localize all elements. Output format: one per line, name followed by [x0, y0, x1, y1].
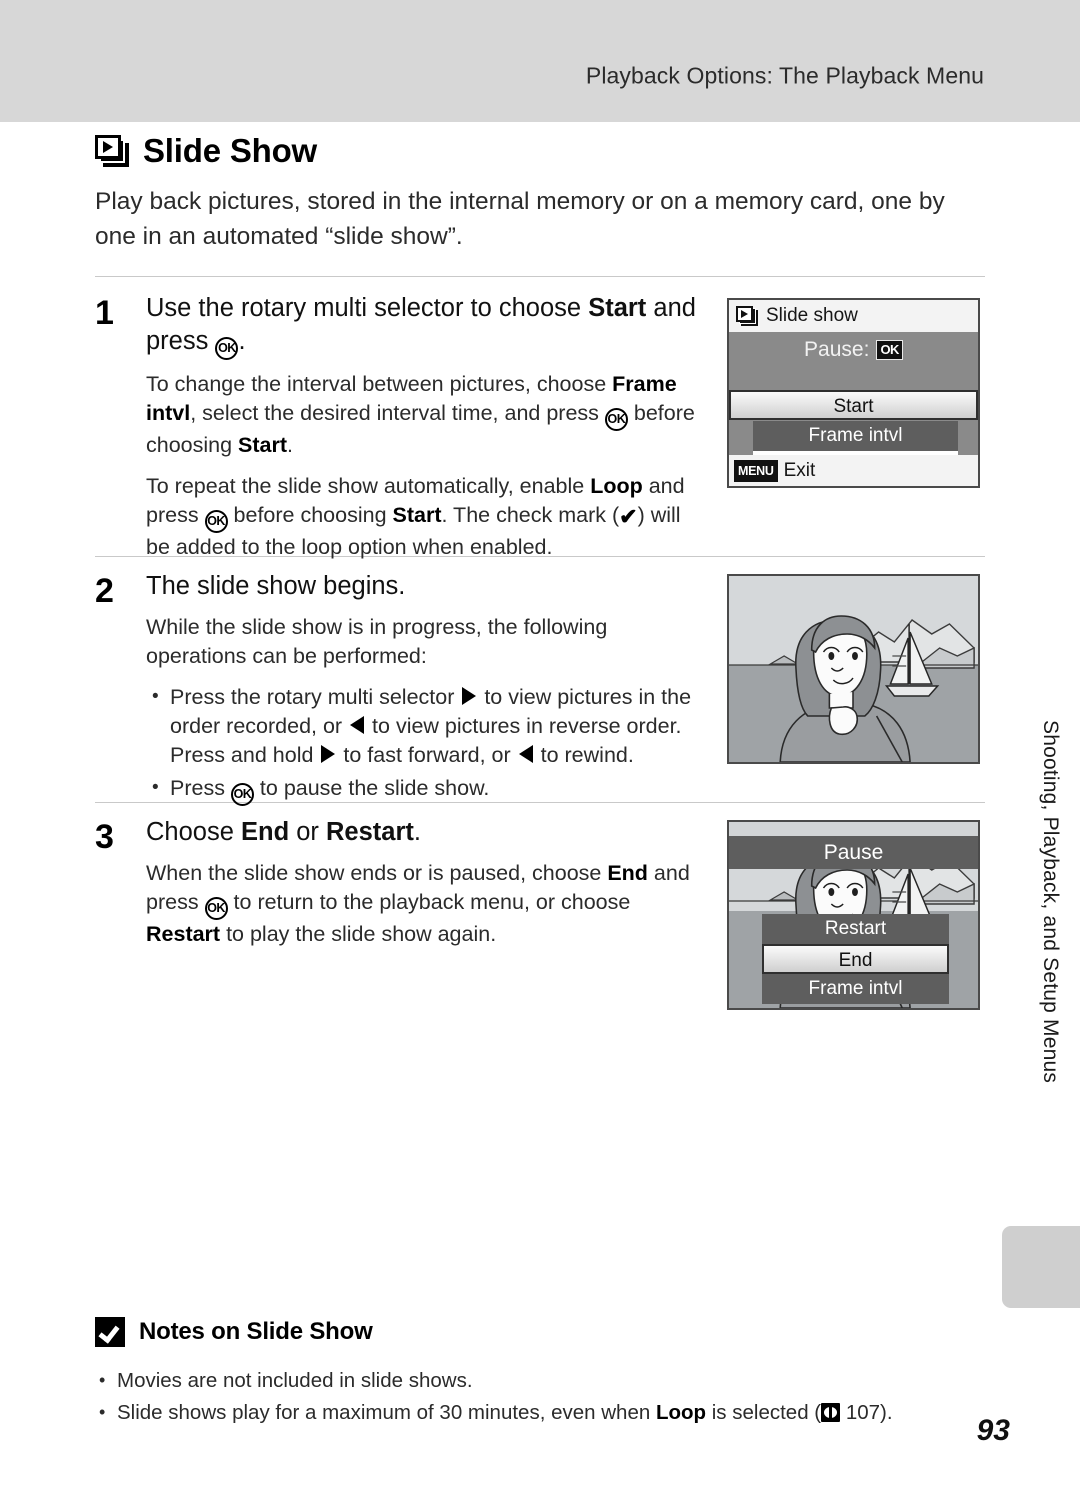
- camera-screen-slide-show-menu: Slide show Pause: OK Start Frame intvl L…: [727, 298, 980, 488]
- page-title: Slide Show: [143, 132, 318, 169]
- page-body: Slide Show Play back pictures, stored in…: [0, 122, 1080, 1486]
- pause-banner: Pause: [729, 836, 978, 869]
- ok-button-icon: OK: [604, 408, 628, 431]
- list-item: Press the rotary multi selector to view …: [146, 682, 698, 770]
- screen-top-strip: [729, 822, 978, 836]
- list-item: Press OK to pause the slide show.: [146, 773, 698, 806]
- chapter-side-tab-block: [1002, 1226, 1080, 1308]
- section-intro: Play back pictures, stored in the intern…: [95, 188, 945, 250]
- step-2-title: The slide show begins.: [146, 572, 406, 600]
- pause-hint-label: Pause:: [804, 338, 870, 361]
- section-heading: Slide Show: [95, 132, 317, 170]
- divider-rule-1: [95, 276, 985, 277]
- step-3-number: 3: [95, 818, 114, 856]
- pause-menu: Restart End Frame intvl: [762, 914, 949, 1004]
- menu-item-restart[interactable]: Restart: [762, 914, 949, 944]
- ok-button-icon: OK: [230, 783, 254, 806]
- notes-heading: Notes on Slide Show: [95, 1317, 985, 1347]
- menu-item-frame-intvl[interactable]: Frame intvl: [762, 974, 949, 1004]
- slide-show-icon: [95, 135, 129, 167]
- slide-show-icon: [736, 306, 758, 326]
- page-header-band: [0, 0, 1080, 122]
- list-item: Movies are not included in slide shows.: [95, 1364, 985, 1397]
- step-1-title: Use the rotary multi selector to choose …: [146, 292, 698, 360]
- step-2-bullet-list: Press the rotary multi selector to view …: [146, 682, 698, 806]
- ok-button-icon: OK: [204, 510, 228, 533]
- reference-book-icon: [821, 1403, 841, 1422]
- screen-title-bar: Slide show: [729, 300, 978, 332]
- step-1-body: Use the rotary multi selector to choose …: [146, 292, 698, 574]
- step-1-number: 1: [95, 294, 114, 332]
- step-3-title: Choose End or Restart.: [146, 818, 421, 846]
- ok-button-icon: OK: [204, 897, 228, 920]
- menu-item-end[interactable]: End: [762, 944, 949, 974]
- menu-item-frame-intvl[interactable]: Frame intvl: [753, 421, 958, 451]
- camera-screen-photo: [727, 574, 980, 764]
- notes-section: Notes on Slide Show Movies are not inclu…: [95, 1317, 985, 1429]
- ok-button-icon: OK: [215, 337, 239, 360]
- step-1-para-2: To repeat the slide show automatically, …: [146, 474, 685, 559]
- notes-list: Movies are not included in slide shows. …: [95, 1364, 985, 1429]
- camera-screen-pause: Pause Restart End Frame intvl: [727, 820, 980, 1010]
- step-3-body: Choose End or Restart. When the slide sh…: [146, 816, 698, 961]
- photo-artwork: [729, 615, 978, 762]
- screen-footer-bar: MENU Exit: [729, 455, 978, 486]
- step-2-body: The slide show begins. While the slide s…: [146, 570, 698, 810]
- slide-show-photo: [729, 576, 978, 762]
- ok-button-icon: OK: [876, 340, 903, 360]
- step-2-number: 2: [95, 572, 114, 610]
- right-arrow-icon: [462, 687, 477, 705]
- right-arrow-icon: [321, 745, 336, 763]
- check-mark-icon: ✔: [619, 504, 638, 529]
- chapter-side-tab-label: Shooting, Playback, and Setup Menus: [1039, 720, 1062, 1084]
- menu-button-icon: MENU: [734, 459, 778, 482]
- pause-hint: Pause: OK: [729, 338, 978, 362]
- step-1-para-1: To change the interval between pictures,…: [146, 372, 695, 457]
- screen-title-label: Slide show: [766, 305, 858, 326]
- list-item: Slide shows play for a maximum of 30 min…: [95, 1396, 985, 1429]
- screen-stage: Pause: OK Start Frame intvl Loop: [729, 332, 978, 481]
- exit-label: Exit: [783, 459, 816, 481]
- running-header-title: Playback Options: The Playback Menu: [585, 62, 984, 89]
- left-arrow-icon: [350, 716, 365, 734]
- page-number: 93: [976, 1414, 1010, 1447]
- check-mark-icon: [95, 1317, 125, 1347]
- notes-title: Notes on Slide Show: [139, 1318, 373, 1345]
- menu-item-start[interactable]: Start: [729, 390, 978, 420]
- step-3-para: When the slide show ends or is paused, c…: [146, 861, 690, 946]
- step-2-intro: While the slide show is in progress, the…: [146, 615, 608, 668]
- left-arrow-icon: [518, 745, 533, 763]
